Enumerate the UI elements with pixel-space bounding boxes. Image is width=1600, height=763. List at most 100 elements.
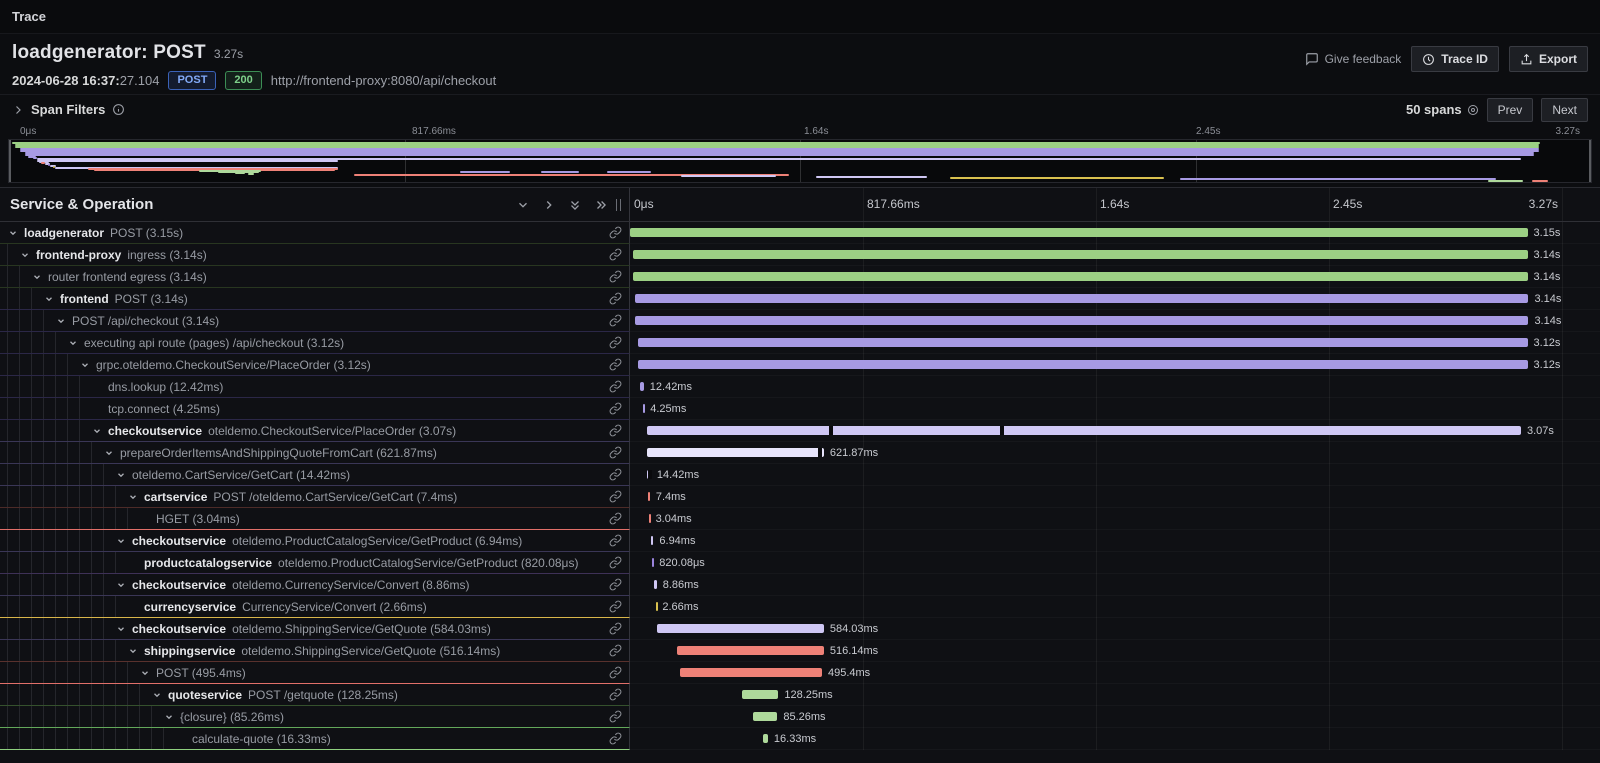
span-bar[interactable] (652, 558, 654, 567)
span-name-cell[interactable]: checkoutservice oteldemo.CheckoutService… (0, 420, 630, 442)
span-name-cell[interactable]: executing api route (pages) /api/checkou… (0, 332, 630, 354)
span-name-cell[interactable]: router frontend egress (3.14s) (0, 266, 630, 288)
trace-id-button[interactable]: Trace ID (1411, 46, 1499, 72)
span-bar[interactable] (635, 316, 1529, 325)
span-link-icon[interactable] (609, 248, 622, 261)
span-row[interactable]: checkoutservice oteldemo.ShippingService… (0, 618, 1600, 640)
span-name-cell[interactable]: POST /api/checkout (3.14s) (0, 310, 630, 332)
span-name-cell[interactable]: oteldemo.CartService/GetCart (14.42ms) (0, 464, 630, 486)
export-button[interactable]: Export (1509, 46, 1588, 72)
span-bar[interactable] (630, 228, 1528, 237)
span-link-icon[interactable] (609, 446, 622, 459)
expand-chevron-icon[interactable] (68, 338, 84, 348)
expand-chevron-icon[interactable] (116, 580, 132, 590)
span-link-icon[interactable] (609, 490, 622, 503)
span-name-cell[interactable]: checkoutservice oteldemo.ShippingService… (0, 618, 630, 640)
column-resizer[interactable] (616, 199, 621, 211)
span-link-icon[interactable] (609, 226, 622, 239)
expand-chevron-icon[interactable] (32, 272, 48, 282)
span-name-cell[interactable]: frontend POST (3.14s) (0, 288, 630, 310)
span-bar[interactable] (647, 426, 1521, 435)
span-row[interactable]: tcp.connect (4.25ms) 4.25ms (0, 398, 1600, 420)
span-row[interactable]: {closure} (85.26ms) 85.26ms (0, 706, 1600, 728)
span-bar[interactable] (742, 690, 779, 699)
minimap-right-handle[interactable] (1589, 140, 1591, 182)
span-name-cell[interactable]: checkoutservice oteldemo.ProductCatalogS… (0, 530, 630, 552)
expand-chevron-icon[interactable] (56, 316, 72, 326)
span-row[interactable]: HGET (3.04ms) 3.04ms (0, 508, 1600, 530)
expand-chevron-icon[interactable] (116, 470, 132, 480)
span-row[interactable]: frontend POST (3.14s) 3.14s (0, 288, 1600, 310)
collapse-all-icon[interactable] (568, 198, 582, 212)
expand-chevron-icon[interactable] (140, 668, 156, 678)
span-name-cell[interactable]: shippingservice oteldemo.ShippingService… (0, 640, 630, 662)
span-name-cell[interactable]: productcatalogservice oteldemo.ProductCa… (0, 552, 630, 574)
minimap-left-handle[interactable] (9, 140, 11, 182)
span-bar[interactable] (643, 404, 645, 413)
expand-one-icon[interactable] (542, 198, 556, 212)
span-filters-toggle[interactable]: Span Filters (12, 102, 125, 117)
span-link-icon[interactable] (609, 468, 622, 481)
span-bar[interactable] (651, 536, 653, 545)
span-link-icon[interactable] (609, 336, 622, 349)
span-name-cell[interactable]: frontend-proxy ingress (3.14s) (0, 244, 630, 266)
expand-chevron-icon[interactable] (20, 250, 36, 260)
span-link-icon[interactable] (609, 314, 622, 327)
span-link-icon[interactable] (609, 270, 622, 283)
span-bar[interactable] (654, 580, 657, 589)
span-row[interactable]: dns.lookup (12.42ms) 12.42ms (0, 376, 1600, 398)
expand-chevron-icon[interactable] (128, 492, 144, 502)
span-bar[interactable] (635, 294, 1529, 303)
span-row[interactable]: checkoutservice oteldemo.ProductCatalogS… (0, 530, 1600, 552)
expand-chevron-icon[interactable] (128, 646, 144, 656)
span-link-icon[interactable] (609, 556, 622, 569)
span-row[interactable]: quoteservice POST /getquote (128.25ms) 1… (0, 684, 1600, 706)
span-link-icon[interactable] (609, 666, 622, 679)
span-bar[interactable] (763, 734, 768, 743)
span-link-icon[interactable] (609, 358, 622, 371)
expand-chevron-icon[interactable] (92, 426, 108, 436)
span-link-icon[interactable] (609, 710, 622, 723)
span-row[interactable]: executing api route (pages) /api/checkou… (0, 332, 1600, 354)
span-link-icon[interactable] (609, 578, 622, 591)
span-name-cell[interactable]: calculate-quote (16.33ms) (0, 728, 630, 750)
span-bar[interactable] (649, 514, 651, 523)
span-name-cell[interactable]: HGET (3.04ms) (0, 508, 630, 530)
span-bar[interactable] (647, 448, 824, 457)
expand-chevron-icon[interactable] (164, 712, 180, 722)
span-row[interactable]: POST /api/checkout (3.14s) 3.14s (0, 310, 1600, 332)
span-row[interactable]: loadgenerator POST (3.15s) 3.15s (0, 222, 1600, 244)
span-row[interactable]: frontend-proxy ingress (3.14s) 3.14s (0, 244, 1600, 266)
span-bar[interactable] (633, 272, 1528, 281)
span-row[interactable]: currencyservice CurrencyService/Convert … (0, 596, 1600, 618)
span-bar[interactable] (647, 470, 651, 479)
span-name-cell[interactable]: {closure} (85.26ms) (0, 706, 630, 728)
span-row[interactable]: calculate-quote (16.33ms) 16.33ms (0, 728, 1600, 750)
span-row[interactable]: POST (495.4ms) 495.4ms (0, 662, 1600, 684)
span-link-icon[interactable] (609, 644, 622, 657)
span-bar[interactable] (633, 250, 1528, 259)
span-name-cell[interactable]: cartservice POST /oteldemo.CartService/G… (0, 486, 630, 508)
span-name-cell[interactable]: checkoutservice oteldemo.CurrencyService… (0, 574, 630, 596)
span-link-icon[interactable] (609, 534, 622, 547)
span-link-icon[interactable] (609, 622, 622, 635)
span-name-cell[interactable]: prepareOrderItemsAndShippingQuoteFromCar… (0, 442, 630, 464)
give-feedback-link[interactable]: Give feedback (1305, 52, 1402, 66)
span-bar[interactable] (656, 602, 658, 611)
span-row[interactable]: shippingservice oteldemo.ShippingService… (0, 640, 1600, 662)
expand-all-icon[interactable] (594, 198, 608, 212)
span-row[interactable]: checkoutservice oteldemo.CheckoutService… (0, 420, 1600, 442)
next-button[interactable]: Next (1541, 98, 1588, 122)
expand-chevron-icon[interactable] (104, 448, 120, 458)
span-row[interactable]: productcatalogservice oteldemo.ProductCa… (0, 552, 1600, 574)
span-row[interactable]: checkoutservice oteldemo.CurrencyService… (0, 574, 1600, 596)
span-link-icon[interactable] (609, 424, 622, 437)
expand-chevron-icon[interactable] (116, 536, 132, 546)
span-link-icon[interactable] (609, 512, 622, 525)
span-name-cell[interactable]: loadgenerator POST (3.15s) (0, 222, 630, 244)
expand-chevron-icon[interactable] (152, 690, 168, 700)
minimap-canvas[interactable] (8, 139, 1592, 183)
span-bar[interactable] (657, 624, 824, 633)
span-bar[interactable] (638, 338, 1527, 347)
span-name-cell[interactable]: POST (495.4ms) (0, 662, 630, 684)
